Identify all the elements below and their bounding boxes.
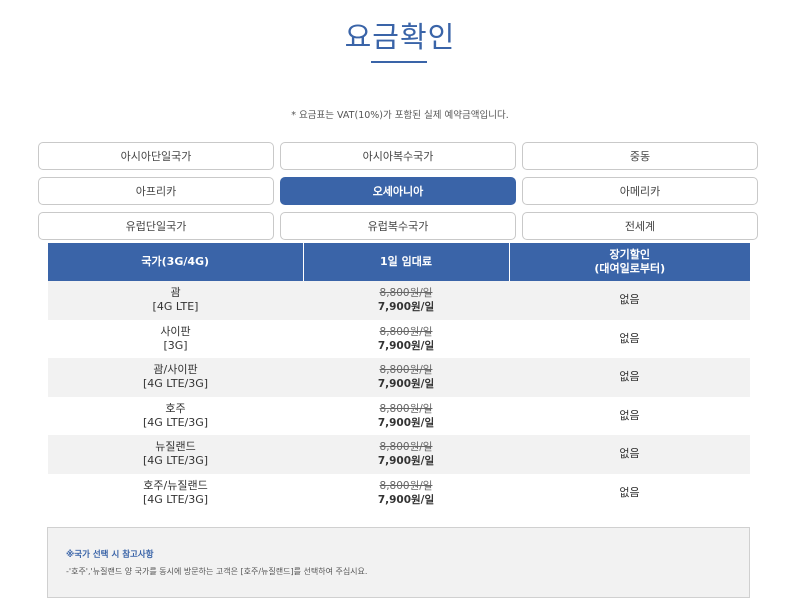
network-type: [4G LTE/3G] bbox=[142, 415, 209, 429]
sale-price: 7,900원/일 bbox=[377, 493, 435, 506]
header-daily-rate: 1일 임대료 bbox=[302, 243, 509, 281]
cell-country: 뉴질랜드 [4G LTE/3G] bbox=[48, 435, 303, 474]
original-price: 8,800원/일 bbox=[379, 325, 433, 338]
country-name: 뉴질랜드 bbox=[155, 440, 196, 454]
cell-country: 호주 [4G LTE/3G] bbox=[48, 396, 303, 435]
country-name: 괌/사이판 bbox=[153, 363, 198, 377]
original-price: 8,800원/일 bbox=[379, 287, 433, 300]
region-tab-europe-multi[interactable]: 유럽복수국가 bbox=[280, 212, 516, 240]
sale-price: 7,900원/일 bbox=[377, 378, 435, 391]
network-type: [4G LTE] bbox=[152, 300, 199, 314]
note-title: ※국가 선택 시 참고사항 bbox=[66, 550, 154, 560]
network-type: [4G LTE/3G] bbox=[142, 492, 209, 506]
cell-country: 괌 [4G LTE] bbox=[48, 281, 303, 320]
region-tab-asia-single[interactable]: 아시아단일국가 bbox=[38, 142, 274, 170]
region-tabs: 아시아단일국가 아시아복수국가 중동 아프리카 오세아니아 아메리카 유럽단일국… bbox=[38, 142, 760, 240]
original-price: 8,800원/일 bbox=[379, 441, 433, 454]
cell-rate: 8,800원/일 7,900원/일 bbox=[303, 319, 509, 358]
note-text: -'호주','뉴질랜드 양 국가를 동시에 방문하는 고객은 [호주/뉴질랜드]… bbox=[66, 567, 368, 576]
cell-rate: 8,800원/일 7,900원/일 bbox=[303, 396, 509, 435]
original-price: 8,800원/일 bbox=[379, 479, 433, 492]
original-price: 8,800원/일 bbox=[379, 402, 433, 415]
cell-country: 사이판 [3G] bbox=[48, 319, 303, 358]
header-discount-line2: (대여일로부터) bbox=[594, 262, 666, 275]
table-row: 괌/사이판 [4G LTE/3G] 8,800원/일 7,900원/일 없음 bbox=[48, 358, 750, 397]
network-type: [4G LTE/3G] bbox=[142, 377, 209, 391]
header-discount-line1: 장기할인 bbox=[609, 248, 650, 261]
header-long-term-discount: 장기할인 (대여일로부터) bbox=[508, 243, 750, 281]
original-price: 8,800원/일 bbox=[379, 364, 433, 377]
header-country: 국가(3G/4G) bbox=[48, 243, 303, 281]
sale-price: 7,900원/일 bbox=[377, 455, 435, 468]
country-name: 사이판 bbox=[160, 324, 191, 338]
cell-discount: 없음 bbox=[509, 281, 750, 320]
region-tab-oceania[interactable]: 오세아니아 bbox=[280, 177, 516, 205]
cell-discount: 없음 bbox=[509, 396, 750, 435]
cell-discount: 없음 bbox=[509, 358, 750, 397]
region-tab-africa[interactable]: 아프리카 bbox=[38, 177, 274, 205]
cell-country: 호주/뉴질랜드 [4G LTE/3G] bbox=[48, 473, 303, 512]
cell-discount: 없음 bbox=[509, 435, 750, 474]
sale-price: 7,900원/일 bbox=[377, 339, 435, 352]
country-name: 괌 bbox=[170, 286, 181, 300]
sale-price: 7,900원/일 bbox=[377, 416, 435, 429]
reference-note-box: ※국가 선택 시 참고사항 -'호주','뉴질랜드 양 국가를 동시에 방문하는… bbox=[47, 527, 750, 598]
cell-rate: 8,800원/일 7,900원/일 bbox=[303, 281, 509, 320]
network-type: [3G] bbox=[163, 338, 188, 352]
page-title: 요금확인 bbox=[344, 20, 456, 54]
network-type: [4G LTE/3G] bbox=[142, 454, 209, 468]
title-underline bbox=[371, 61, 427, 63]
region-tab-middle-east[interactable]: 중동 bbox=[522, 142, 758, 170]
table-row: 뉴질랜드 [4G LTE/3G] 8,800원/일 7,900원/일 없음 bbox=[48, 435, 750, 474]
table-header-row: 국가(3G/4G) 1일 임대료 장기할인 (대여일로부터) bbox=[48, 243, 750, 281]
rate-table: 국가(3G/4G) 1일 임대료 장기할인 (대여일로부터) 괌 [4G LTE]… bbox=[48, 243, 750, 512]
cell-discount: 없음 bbox=[509, 473, 750, 512]
region-tab-worldwide[interactable]: 전세계 bbox=[522, 212, 758, 240]
cell-country: 괌/사이판 [4G LTE/3G] bbox=[48, 358, 303, 397]
country-name: 호주/뉴질랜드 bbox=[143, 478, 208, 492]
table-row: 호주 [4G LTE/3G] 8,800원/일 7,900원/일 없음 bbox=[48, 396, 750, 435]
vat-notice: * 요금표는 VAT(10%)가 포함된 실제 예약금액입니다. bbox=[291, 110, 509, 121]
cell-discount: 없음 bbox=[509, 319, 750, 358]
cell-rate: 8,800원/일 7,900원/일 bbox=[303, 435, 509, 474]
cell-rate: 8,800원/일 7,900원/일 bbox=[303, 473, 509, 512]
region-tab-europe-single[interactable]: 유럽단일국가 bbox=[38, 212, 274, 240]
sale-price: 7,900원/일 bbox=[377, 301, 435, 314]
country-name: 호주 bbox=[165, 401, 186, 415]
table-row: 호주/뉴질랜드 [4G LTE/3G] 8,800원/일 7,900원/일 없음 bbox=[48, 473, 750, 512]
region-tab-asia-multi[interactable]: 아시아복수국가 bbox=[280, 142, 516, 170]
table-row: 사이판 [3G] 8,800원/일 7,900원/일 없음 bbox=[48, 319, 750, 358]
table-row: 괌 [4G LTE] 8,800원/일 7,900원/일 없음 bbox=[48, 281, 750, 320]
region-tab-america[interactable]: 아메리카 bbox=[522, 177, 758, 205]
cell-rate: 8,800원/일 7,900원/일 bbox=[303, 358, 509, 397]
